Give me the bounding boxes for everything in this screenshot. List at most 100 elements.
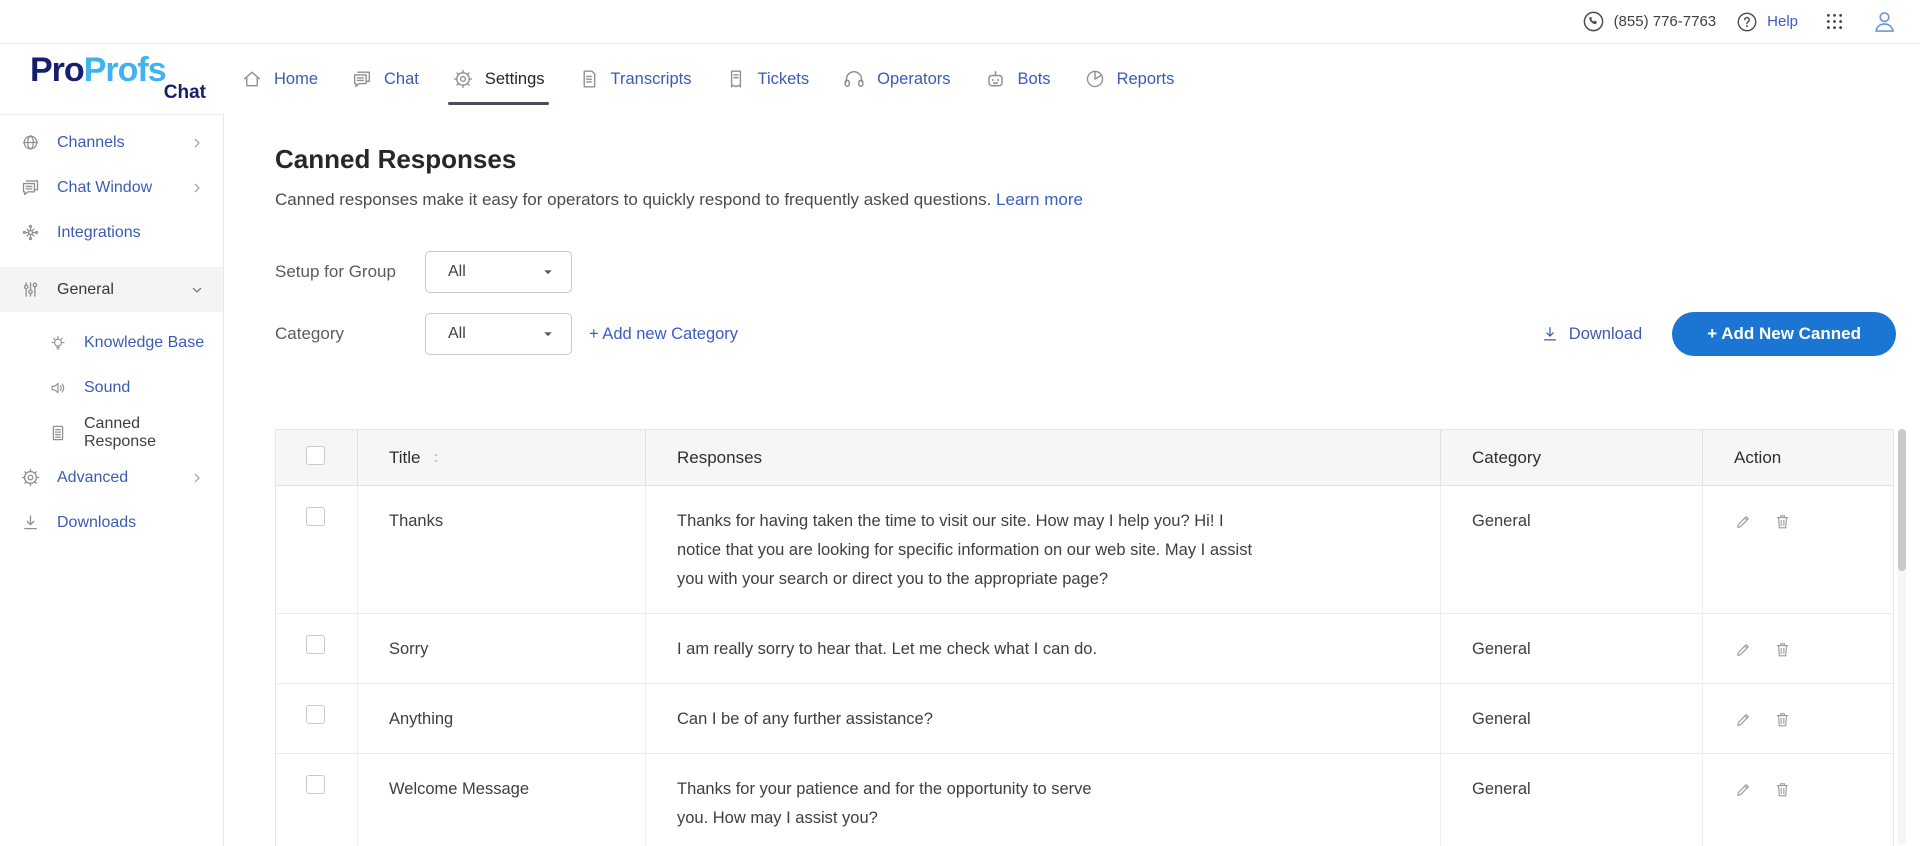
chat-icon: [351, 68, 373, 90]
select-row-checkbox[interactable]: [306, 705, 325, 724]
nav-label: Reports: [1116, 69, 1175, 88]
edit-pencil-icon[interactable]: [1734, 780, 1753, 799]
page-title: Canned Responses: [275, 144, 517, 174]
column-header-title: Title: [389, 447, 421, 467]
sidebar-item-advanced[interactable]: Advanced: [0, 455, 223, 500]
table-row: Sorry I am really sorry to hear that. Le…: [275, 613, 1894, 684]
group-filter-label: Setup for Group: [275, 262, 396, 281]
select-row-checkbox[interactable]: [306, 635, 325, 654]
nav-item-bots[interactable]: Bots: [984, 44, 1051, 114]
help-label: Help: [1767, 13, 1798, 30]
caret-down-icon: [538, 324, 558, 344]
sidebar-item-label: Channels: [57, 133, 125, 151]
sidebar-item-integrations[interactable]: Integrations: [0, 210, 223, 255]
row-response: I am really sorry to hear that. Let me c…: [677, 640, 1098, 658]
delete-trash-icon[interactable]: [1773, 780, 1792, 799]
ticket-icon: [725, 68, 747, 90]
page-description: Canned responses make it easy for operat…: [275, 190, 992, 209]
sidebar-item-label: Chat Window: [57, 178, 153, 196]
nav-item-home[interactable]: Home: [241, 44, 318, 114]
nav-label: Chat: [384, 69, 419, 88]
row-title: Anything: [357, 683, 646, 754]
app-header: ProProfs Chat Home Chat Settings Transcr…: [0, 44, 1920, 114]
sidebar-item-label: General: [57, 280, 114, 298]
sidebar-item-channels[interactable]: Channels: [0, 120, 223, 165]
group-filter-select[interactable]: All: [425, 251, 572, 293]
nav-label: Transcripts: [610, 69, 692, 88]
row-title: Thanks: [357, 485, 646, 614]
user-avatar-icon[interactable]: [1871, 8, 1898, 35]
download-link[interactable]: Download: [1540, 324, 1642, 344]
support-phone-number: (855) 776-7763: [1613, 13, 1717, 30]
category-filter-select[interactable]: All: [425, 313, 572, 355]
delete-trash-icon[interactable]: [1773, 512, 1792, 531]
edit-pencil-icon[interactable]: [1734, 710, 1753, 729]
document-icon: [578, 68, 600, 90]
sidebar-item-chat-window[interactable]: Chat Window: [0, 165, 223, 210]
help-link[interactable]: Help: [1736, 11, 1798, 33]
sidebar-item-knowledge-base[interactable]: Knowledge Base: [0, 320, 223, 365]
column-header-category: Category: [1440, 429, 1703, 486]
row-title: Welcome Message: [357, 753, 646, 846]
proprofs-logo[interactable]: ProProfs Chat: [0, 44, 224, 114]
sidebar-item-sound[interactable]: Sound: [0, 365, 223, 410]
row-response: Thanks for your patience and for the opp…: [677, 780, 1092, 827]
category-filter-value: All: [448, 325, 466, 342]
delete-trash-icon[interactable]: [1773, 710, 1792, 729]
select-row-checkbox[interactable]: [306, 507, 325, 526]
table-header-row: Title Responses Category Action: [275, 429, 1894, 486]
sidebar-item-label: Knowledge Base: [84, 333, 205, 351]
document-lines-icon: [48, 423, 68, 443]
add-new-canned-button[interactable]: + Add New Canned: [1672, 312, 1896, 356]
main-content: Canned Responses Canned responses make i…: [224, 114, 1920, 846]
sidebar-item-canned-response[interactable]: Canned Response: [0, 410, 223, 455]
row-category: General: [1440, 613, 1703, 684]
caret-down-icon: [538, 262, 558, 282]
sidebar-item-label: Advanced: [57, 468, 129, 486]
learn-more-link[interactable]: Learn more: [996, 190, 1083, 209]
nav-item-chat[interactable]: Chat: [351, 44, 419, 114]
nav-item-tickets[interactable]: Tickets: [725, 44, 810, 114]
nav-item-settings[interactable]: Settings: [447, 44, 549, 114]
nav-label: Operators: [877, 69, 951, 88]
row-response: Thanks for having taken the time to visi…: [677, 512, 1253, 588]
download-label: Download: [1568, 324, 1643, 343]
select-all-checkbox[interactable]: [306, 445, 325, 465]
headset-icon: [842, 67, 866, 91]
nav-item-transcripts[interactable]: Transcripts: [578, 44, 692, 114]
chevron-right-icon: [189, 135, 205, 151]
delete-trash-icon[interactable]: [1773, 640, 1792, 659]
question-icon: [1736, 11, 1758, 33]
sort-icon[interactable]: [429, 451, 443, 465]
logo-text-pro: Pro: [30, 51, 85, 89]
column-header-responses: Responses: [645, 429, 1441, 486]
apps-grid-icon[interactable]: [1824, 11, 1845, 32]
table-row: Thanks Thanks for having taken the time …: [275, 485, 1894, 614]
column-header-action: Action: [1702, 429, 1894, 486]
chat-window-icon: [20, 177, 41, 198]
nav-item-reports[interactable]: Reports: [1084, 44, 1175, 114]
sidebar-item-general[interactable]: General: [0, 267, 223, 312]
sidebar-item-label: Integrations: [57, 223, 141, 241]
canned-responses-table: Title Responses Category Action Thanks T…: [275, 429, 1906, 846]
select-row-checkbox[interactable]: [306, 775, 325, 794]
globe-network-icon: [20, 132, 41, 153]
primary-nav: Home Chat Settings Transcripts Tickets O…: [241, 44, 1174, 114]
edit-pencil-icon[interactable]: [1734, 640, 1753, 659]
robot-icon: [984, 68, 1007, 91]
table-scrollbar: [1898, 429, 1906, 845]
edit-pencil-icon[interactable]: [1734, 512, 1753, 531]
sliders-icon: [20, 279, 41, 300]
lightbulb-icon: [48, 333, 68, 353]
pie-chart-icon: [1084, 68, 1106, 90]
nav-item-operators[interactable]: Operators: [842, 44, 951, 114]
nav-label: Home: [274, 69, 319, 88]
group-filter-value: All: [448, 263, 466, 280]
add-new-category-link[interactable]: + Add new Category: [589, 325, 738, 344]
sidebar-item-label: Sound: [84, 378, 131, 396]
nav-label: Tickets: [757, 69, 810, 88]
table-row: Anything Can I be of any further assista…: [275, 683, 1894, 754]
sidebar-item-downloads[interactable]: Downloads: [0, 500, 223, 545]
gear-icon: [452, 68, 474, 90]
table-scrollbar-thumb[interactable]: [1898, 429, 1906, 571]
